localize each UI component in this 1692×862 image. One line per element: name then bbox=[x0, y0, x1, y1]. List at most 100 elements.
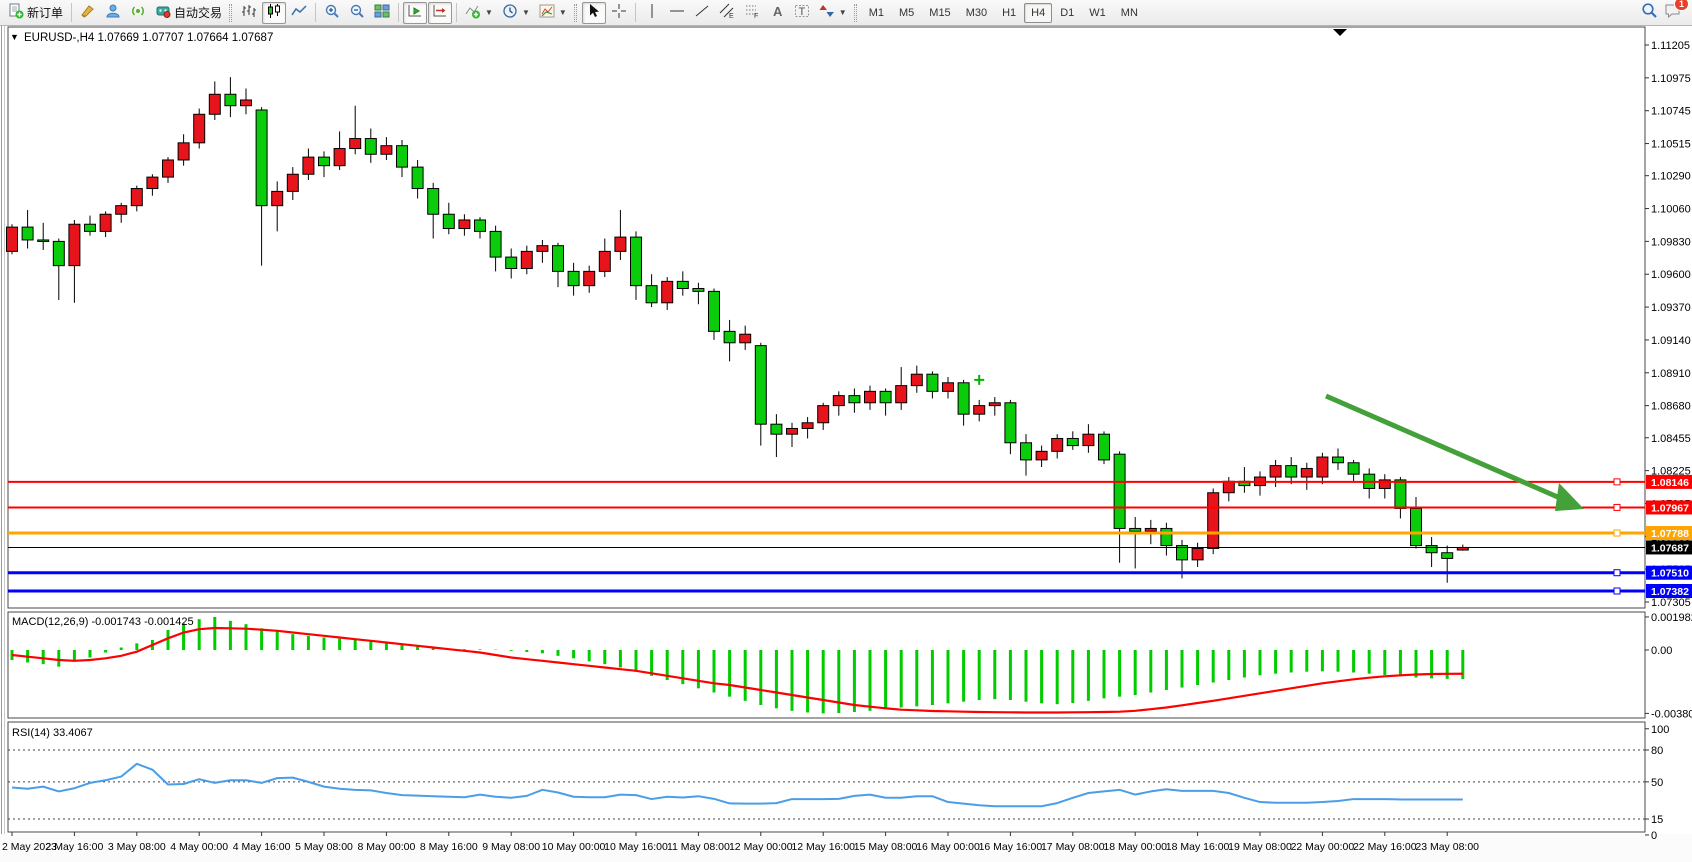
timeframe-M30[interactable]: M30 bbox=[959, 3, 994, 23]
tile-windows-button[interactable] bbox=[370, 2, 394, 24]
candle bbox=[880, 391, 891, 402]
candle-chart-icon bbox=[266, 3, 282, 22]
vertical-line-button[interactable] bbox=[640, 2, 664, 24]
rsi-tick-label: 50 bbox=[1651, 777, 1663, 789]
new-order-button[interactable]: 新订单 bbox=[4, 2, 67, 24]
candle bbox=[490, 231, 501, 257]
new-order-label: 新订单 bbox=[27, 4, 63, 21]
line-handle[interactable] bbox=[1614, 479, 1620, 485]
indicators-button[interactable]: ▼ bbox=[461, 2, 497, 24]
candle bbox=[100, 214, 111, 231]
timeframe-MN[interactable]: MN bbox=[1114, 3, 1145, 23]
chat-button[interactable]: 1 bbox=[1664, 2, 1682, 24]
trendline-button[interactable] bbox=[690, 2, 714, 24]
text-label-button[interactable]: T bbox=[790, 2, 814, 24]
rsi-tick-label: 0 bbox=[1651, 830, 1657, 842]
candle bbox=[1005, 403, 1016, 443]
candle bbox=[163, 160, 174, 177]
line-handle[interactable] bbox=[1614, 570, 1620, 576]
toolbar-grip[interactable] bbox=[574, 4, 577, 22]
auto-scroll-button[interactable] bbox=[403, 2, 427, 24]
candle bbox=[849, 396, 860, 403]
zoom-in-button[interactable] bbox=[320, 2, 344, 24]
candle bbox=[787, 428, 798, 434]
date-label: 4 May 00:00 bbox=[170, 841, 228, 853]
arrows-button[interactable]: ▼ bbox=[815, 2, 851, 24]
candle bbox=[615, 237, 626, 251]
separator bbox=[456, 3, 457, 22]
date-label: 10 May 00:00 bbox=[542, 841, 606, 853]
zoom-out-button[interactable] bbox=[345, 2, 369, 24]
candle bbox=[662, 281, 673, 302]
horizontal-line-icon bbox=[669, 3, 685, 22]
timeframe-H1[interactable]: H1 bbox=[995, 3, 1023, 23]
price-tick-label: 1.08680 bbox=[1651, 401, 1691, 413]
horizontal-line-button[interactable] bbox=[665, 2, 689, 24]
channel-button[interactable]: E bbox=[715, 2, 739, 24]
chevron-down-icon: ▼ bbox=[839, 8, 847, 17]
candle bbox=[256, 110, 267, 206]
candle bbox=[1223, 481, 1234, 492]
timeframe-M1[interactable]: M1 bbox=[862, 3, 891, 23]
timeframe-M15[interactable]: M15 bbox=[922, 3, 957, 23]
timeframe-W1[interactable]: W1 bbox=[1082, 3, 1113, 23]
signals-button[interactable] bbox=[126, 2, 150, 24]
candle bbox=[397, 146, 408, 167]
price-tick-label: 1.09830 bbox=[1651, 236, 1691, 248]
fibonacci-button[interactable]: F bbox=[740, 2, 764, 24]
periods-button[interactable]: ▼ bbox=[498, 2, 534, 24]
candle bbox=[553, 246, 564, 272]
price-line-label: 1.07382 bbox=[1651, 586, 1689, 598]
candle bbox=[896, 386, 907, 403]
candle bbox=[7, 227, 18, 251]
candle bbox=[724, 331, 735, 342]
chart-area[interactable]: 1.112051.109751.107451.105151.102901.100… bbox=[0, 26, 1692, 862]
tile-windows-icon bbox=[374, 3, 390, 22]
price-tick-label: 1.10745 bbox=[1651, 106, 1691, 118]
candle bbox=[241, 100, 252, 106]
gold-tool-button[interactable] bbox=[76, 2, 100, 24]
arrows-icon bbox=[819, 3, 835, 22]
templates-button[interactable]: ▼ bbox=[535, 2, 571, 24]
price-line-label: 1.07967 bbox=[1651, 502, 1689, 514]
cursor-button[interactable] bbox=[582, 2, 606, 24]
search-icon[interactable] bbox=[1641, 2, 1658, 24]
community-icon bbox=[105, 3, 121, 22]
price-tick-label: 1.10290 bbox=[1651, 171, 1691, 183]
crosshair-button[interactable] bbox=[607, 2, 631, 24]
date-label: 18 May 00:00 bbox=[1103, 841, 1167, 853]
candle bbox=[677, 281, 688, 288]
candle bbox=[287, 174, 298, 191]
line-handle[interactable] bbox=[1614, 588, 1620, 594]
date-label: 12 May 16:00 bbox=[791, 841, 855, 853]
toolbar-grip[interactable] bbox=[229, 4, 232, 22]
candle bbox=[381, 146, 392, 155]
line-handle[interactable] bbox=[1614, 504, 1620, 510]
date-label: 15 May 08:00 bbox=[854, 841, 918, 853]
price-line-label: 1.07510 bbox=[1651, 568, 1689, 580]
candle bbox=[911, 374, 922, 385]
candle bbox=[475, 220, 486, 231]
candle bbox=[1036, 451, 1047, 460]
bar-chart-button[interactable] bbox=[237, 2, 261, 24]
line-handle[interactable] bbox=[1614, 530, 1620, 536]
candle bbox=[1286, 466, 1297, 477]
svg-text:F: F bbox=[754, 13, 758, 19]
toolbar: 新订单 自动交易 ▼ ▼ ▼ E F A T ▼ M1M5M15M30H1H4D… bbox=[0, 0, 1692, 26]
candle bbox=[1395, 480, 1406, 509]
line-chart-button[interactable] bbox=[287, 2, 311, 24]
timeframe-M5[interactable]: M5 bbox=[892, 3, 921, 23]
toolbar-grip[interactable] bbox=[854, 4, 857, 22]
chart-shift-button[interactable] bbox=[428, 2, 452, 24]
text-button[interactable]: A bbox=[765, 2, 789, 24]
community-button[interactable] bbox=[101, 2, 125, 24]
candle bbox=[989, 403, 1000, 406]
timeframe-H4[interactable]: H4 bbox=[1024, 3, 1052, 23]
autotrading-button[interactable]: 自动交易 bbox=[151, 2, 226, 24]
candle bbox=[1145, 528, 1156, 531]
trendline-icon bbox=[694, 3, 710, 22]
candle-chart-button[interactable] bbox=[262, 2, 286, 24]
gold-tool-icon bbox=[80, 3, 96, 22]
timeframe-D1[interactable]: D1 bbox=[1053, 3, 1081, 23]
crosshair-icon bbox=[611, 3, 627, 22]
